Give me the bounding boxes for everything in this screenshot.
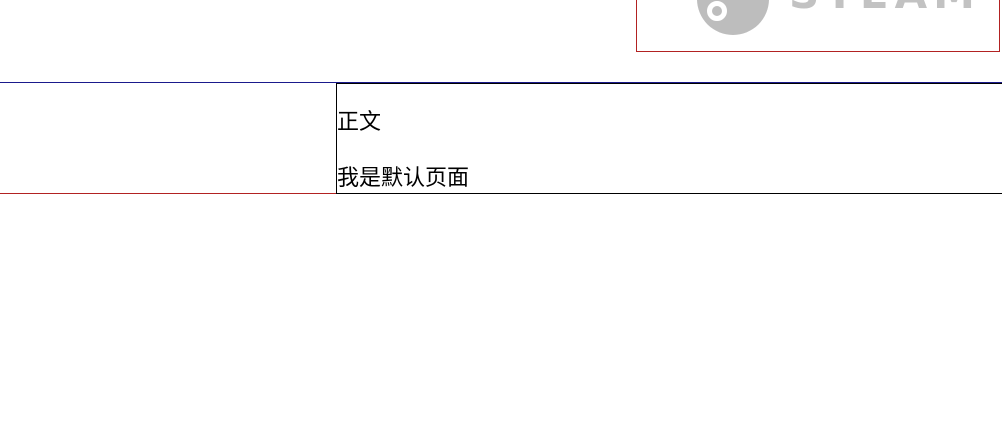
main-band: 正文 我是默认页面 [0, 82, 1002, 194]
header-logo-box[interactable]: STEAM [636, 0, 1000, 52]
sidebar [0, 83, 336, 193]
content-panel: 正文 我是默认页面 [336, 83, 1002, 194]
page: STEAM 正文 我是默认页面 [0, 0, 1002, 432]
logo-text: STEAM [789, 0, 981, 15]
steam-logo-icon [697, 0, 769, 35]
content-body-text: 我是默认页面 [337, 166, 470, 191]
content-title: 正文 [337, 110, 382, 135]
